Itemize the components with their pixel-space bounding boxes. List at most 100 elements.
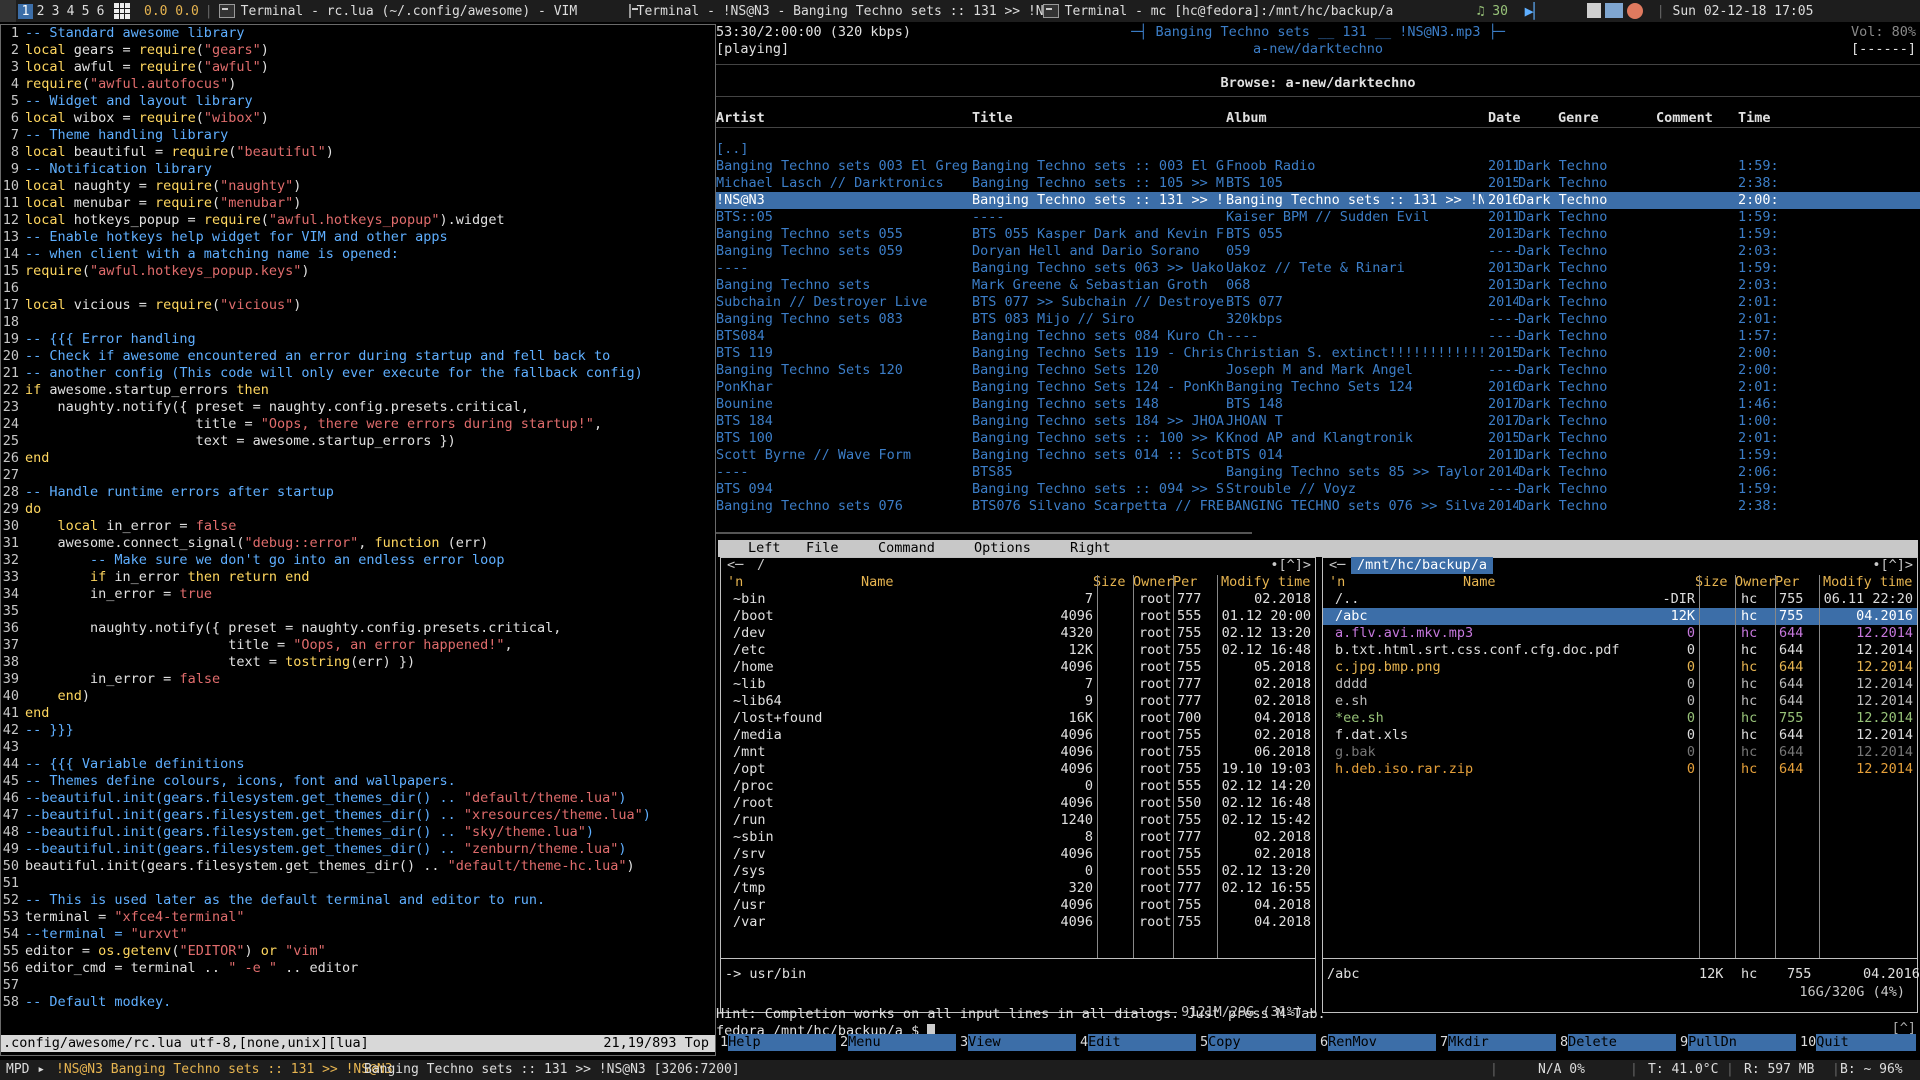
playlist-row[interactable]: BTS 100Banging Techno sets :: 100 >> Kno… <box>716 430 1920 447</box>
playlist-row[interactable]: Banging Techno sets 076 BTS076 Silvano Sc… <box>716 498 1920 515</box>
file-row[interactable]: h.deb.iso.rar.zip 0 hc 644 12.2014 <box>1323 761 1917 778</box>
clipboard-icon[interactable] <box>1586 3 1601 18</box>
clock[interactable]: Sun 02-12-18 17:05 <box>1673 4 1814 19</box>
col-title[interactable]: Title <box>972 110 1013 127</box>
col-genre[interactable]: Genre <box>1558 110 1599 127</box>
file-row[interactable]: f.dat.xls 0 hc 644 12.2014 <box>1323 727 1917 744</box>
vim-editor[interactable]: 1 -- Standard awesome library 2 local gears… <box>0 24 716 1056</box>
menu-left[interactable]: Left <box>748 540 781 557</box>
fkey-menu[interactable]: 2Menu <box>840 1034 957 1051</box>
playlist-row[interactable]: Banging Techno sets 003 El Grego vs NiBa… <box>716 158 1920 175</box>
file-row[interactable]: ~lib64 9 root 777 02.2018 <box>721 693 1315 710</box>
tag-6[interactable]: 6 <box>93 4 108 19</box>
fkey-mkdir[interactable]: 7Mkdir <box>1440 1034 1557 1051</box>
tag-1[interactable]: 1 <box>18 3 33 19</box>
menu-file[interactable]: File <box>806 540 839 557</box>
playlist-row[interactable]: PonKhar Banging Techno Sets 124 - PonKhar… <box>716 379 1920 396</box>
network-icon[interactable] <box>1604 3 1623 18</box>
tag-2[interactable]: 2 <box>33 4 48 19</box>
menu-options[interactable]: Options <box>974 540 1031 557</box>
playlist-row[interactable]: Subchain // Destroyer Live BTS 077 >> Sub… <box>716 294 1920 311</box>
file-row[interactable]: g.bak 0 hc 644 12.2014 <box>1323 744 1917 761</box>
playlist-row[interactable]: Banging Techno Sets 120 Banging Techno Se… <box>716 362 1920 379</box>
tag-5[interactable]: 5 <box>78 4 93 19</box>
playlist-row[interactable]: BTS084Banging Techno sets 084 Kuro Chime… <box>716 328 1920 345</box>
file-row[interactable]: /media 4096 root 755 02.2018 <box>721 727 1315 744</box>
playlist-row[interactable]: ----Banging Techno sets 063 >> Uakoz // … <box>716 260 1920 277</box>
file-row[interactable]: /proc 0 root 555 02.12 14:20 <box>721 778 1315 795</box>
file-row[interactable]: ~sbin 8 root 777 02.2018 <box>721 829 1315 846</box>
file-row[interactable]: /run 1240 root 755 02.12 15:42 <box>721 812 1315 829</box>
file-row[interactable]: a.flv.avi.mkv.mp3 0 hc 644 12.2014 <box>1323 625 1917 642</box>
file-row[interactable]: /root 4096 root 550 02.12 16:48 <box>721 795 1315 812</box>
playlist-row[interactable]: ---- BTS85 Banging Techno sets 85 >> Taylo… <box>716 464 1920 481</box>
file-row[interactable]: *ee.sh 0 hc 755 12.2014 <box>1323 710 1917 727</box>
menu-right[interactable]: Right <box>1070 540 1111 557</box>
file-row[interactable]: ~lib 7 root 777 02.2018 <box>721 676 1315 693</box>
layout-grid-icon[interactable] <box>114 3 130 19</box>
file-row[interactable]: b.txt.html.srt.css.conf.cfg.doc.pdf 0 hc 64… <box>1323 642 1917 659</box>
playlist-row[interactable]: Banging Techno sets 083 BTS 083 Mijo // S… <box>716 311 1920 328</box>
playlist-row[interactable]: Banging Techno sets 055 BTS 055 Kasper Da… <box>716 226 1920 243</box>
vim-buffer[interactable]: 1 -- Standard awesome library 2 local gears… <box>1 25 715 1011</box>
file-row[interactable]: /tmp 320 root 777 02.12 16:55 <box>721 880 1315 897</box>
col-date[interactable]: Date <box>1488 110 1521 127</box>
menu-command[interactable]: Command <box>878 540 935 557</box>
playlist-row[interactable]: Scott Byrne // Wave Form Banging Techno s… <box>716 447 1920 464</box>
col-comment[interactable]: Comment <box>1656 110 1713 127</box>
file-row[interactable]: /boot 4096 root 555 01.12 20:00 <box>721 608 1315 625</box>
file-row[interactable]: /srv 4096 root 755 02.2018 <box>721 846 1315 863</box>
file-row[interactable]: /dev 4320 root 755 02.12 13:20 <box>721 625 1315 642</box>
file-row[interactable]: c.jpg.bmp.png 0 hc 644 12.2014 <box>1323 659 1917 676</box>
file-row[interactable]: /lost+found 16K root 700 04.2018 <box>721 710 1315 727</box>
playlist-row[interactable]: Bounine Banging Techno sets 148 BTS 148 201… <box>716 396 1920 413</box>
fkey-delete[interactable]: 8Delete <box>1560 1034 1677 1051</box>
ncmpcpp-player[interactable]: 53:30/2:00:00 (320 kbps) [playing] ─┤ Ba… <box>716 24 1920 539</box>
task-vim[interactable]: Terminal - rc.lua (~/.config/awesome) - … <box>218 4 629 19</box>
playlist-row[interactable]: Michael Lasch // Darktronics Banging Tech… <box>716 175 1920 192</box>
file-row[interactable]: /var 4096 root 755 04.2018 <box>721 914 1315 931</box>
tag-4[interactable]: 4 <box>63 4 78 19</box>
fkey-edit[interactable]: 4Edit <box>1080 1034 1197 1051</box>
right-panel[interactable]: <─ /mnt/hc/backup/a •[^]> 'n Name Size Owne… <box>1322 557 1920 1013</box>
launcher-icon[interactable] <box>0 0 16 22</box>
file-row[interactable]: /abc 12K hc 755 04.2016 <box>1323 608 1917 625</box>
file-row[interactable]: e.sh 0 hc 644 12.2014 <box>1323 693 1917 710</box>
col-time[interactable]: Time <box>1738 110 1771 127</box>
weather-icon[interactable] <box>1626 3 1643 19</box>
mpd-widget-label[interactable]: MPD ▸ <box>6 1060 45 1080</box>
file-row[interactable]: dddd 0 hc 644 12.2014 <box>1323 676 1917 693</box>
file-row[interactable]: /mnt 4096 root 755 06.2018 <box>721 744 1315 761</box>
playlist-row[interactable]: Banging Techno sets 059 Doryan Hell and D… <box>716 243 1920 260</box>
playlist-row[interactable]: BTS 184 Banging Techno sets 184 >> JHOAN … <box>716 413 1920 430</box>
fkey-renmov[interactable]: 6RenMov <box>1320 1034 1437 1051</box>
file-row[interactable]: /usr 4096 root 755 04.2018 <box>721 897 1315 914</box>
playlist-row[interactable]: BTS 119Banging Techno Sets 119 - Christi… <box>716 345 1920 362</box>
midnight-commander[interactable]: Left File Command Options Right <─ / •[^… <box>716 540 1920 1056</box>
playlist-row[interactable]: !NS@N3Banging Techno sets :: 131 >> !NS@… <box>716 192 1920 209</box>
fkey-quit[interactable]: 10Quit <box>1800 1034 1917 1051</box>
file-row[interactable]: ~bin 7 root 777 02.2018 <box>721 591 1315 608</box>
fkey-copy[interactable]: 5Copy <box>1200 1034 1317 1051</box>
col-album[interactable]: Album <box>1226 110 1267 127</box>
next-track-icon[interactable]: ▶▏ <box>1525 2 1543 20</box>
file-row[interactable]: /opt 4096 root 755 19.10 19:03 <box>721 761 1315 778</box>
tag-3[interactable]: 3 <box>48 4 63 19</box>
left-panel[interactable]: <─ / •[^]> 'n Name Size Owner Per Modify time… <box>720 557 1316 1021</box>
fkey-view[interactable]: 3View <box>960 1034 1077 1051</box>
playlist-row[interactable]: BTS::05 ---- Kaiser BPM // Sudden Evil 2011… <box>716 209 1920 226</box>
file-row[interactable]: /.. -DIR hc 755 06.11 22:20 <box>1323 591 1917 608</box>
volume-widget[interactable]: ♫ 30 <box>1477 4 1517 19</box>
fkey-pulldn[interactable]: 9PullDn <box>1680 1034 1797 1051</box>
task-mc[interactable]: Terminal - mc [hc@fedora]:/mnt/hc/backup… <box>1042 4 1451 19</box>
file-row[interactable]: /sys 0 root 555 02.12 13:20 <box>721 863 1315 880</box>
file-row[interactable]: /etc 12K root 755 02.12 16:48 <box>721 642 1315 659</box>
fkey-help[interactable]: 1Help <box>720 1034 837 1051</box>
task-mpd[interactable]: Terminal - !NS@N3 - Banging Techno sets … <box>628 4 1051 19</box>
parent-dir-row[interactable]: [..] <box>716 141 1920 158</box>
mpd-widget-track[interactable]: !NS@N3 Banging Techno sets :: 131 >> !NS… <box>56 1060 393 1080</box>
playlist-row[interactable]: Banging Techno sets Mark Greene & Sebasti… <box>716 277 1920 294</box>
file-row[interactable]: /home 4096 root 755 05.2018 <box>721 659 1315 676</box>
playlist-row[interactable]: BTS 094Banging Techno sets :: 094 >> Str… <box>716 481 1920 498</box>
col-artist[interactable]: Artist <box>716 110 765 127</box>
